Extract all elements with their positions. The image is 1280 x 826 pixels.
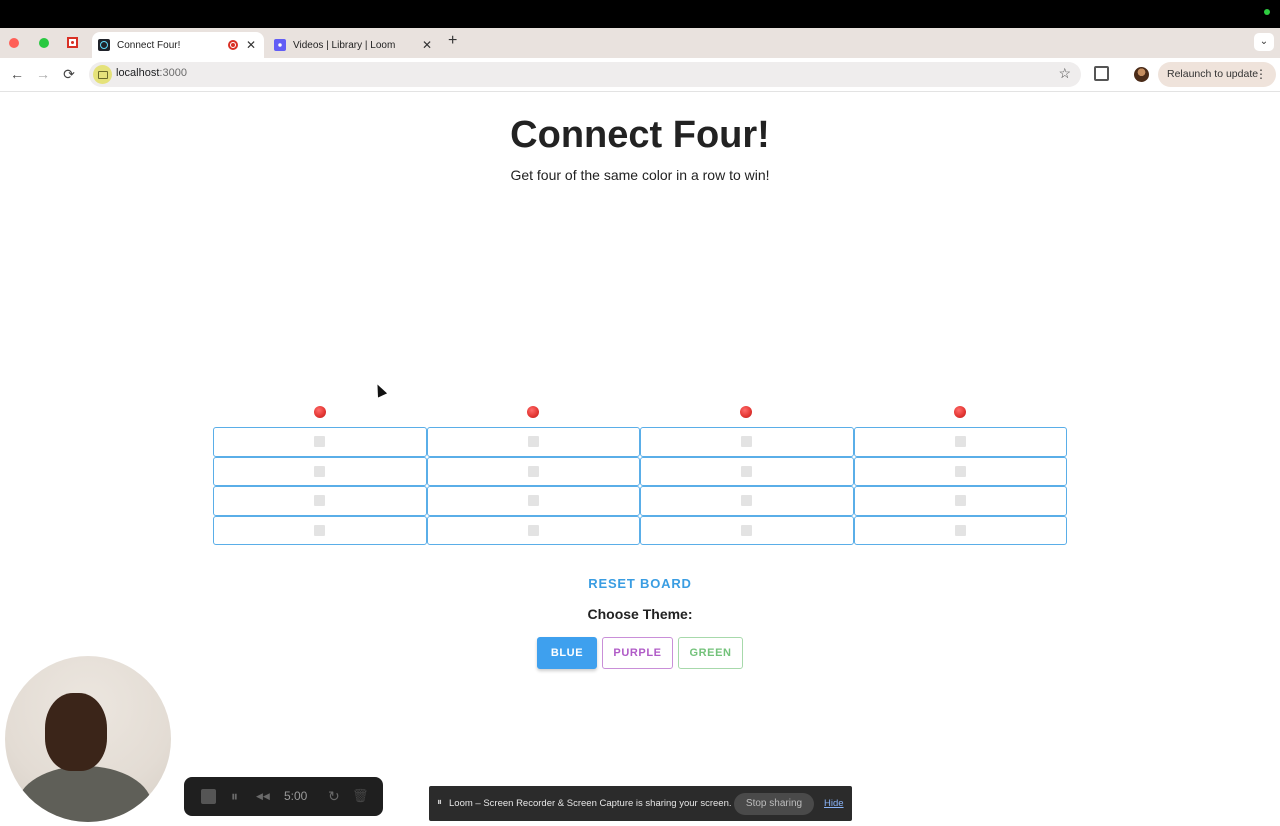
empty-slot-icon: [527, 436, 539, 448]
tab-recording-icon: [227, 40, 238, 50]
empty-slot-icon: [954, 524, 966, 536]
loom-favicon-icon: [274, 39, 286, 51]
board-cell[interactable]: [640, 486, 854, 516]
delete-recording-icon[interactable]: 🗑: [352, 788, 369, 804]
page-subtitle: Get four of the same color in a row to w…: [510, 167, 770, 183]
theme-green-button[interactable]: GREEN: [678, 637, 743, 669]
board-row: [213, 515, 1067, 545]
board-cell[interactable]: [853, 515, 1067, 545]
profile-avatar[interactable]: [1134, 67, 1149, 82]
stop-sharing-button[interactable]: Stop sharing: [734, 793, 814, 815]
tab-close-icon[interactable]: ✕: [246, 38, 256, 52]
theme-blue-button[interactable]: BLUE: [537, 637, 597, 669]
board-row: [213, 427, 1067, 457]
choose-theme-label: Choose Theme:: [587, 606, 693, 622]
board-cell[interactable]: [640, 427, 854, 457]
tab-close-icon[interactable]: ✕: [422, 38, 432, 52]
url-text: localhost:3000: [116, 67, 187, 79]
browser-menu-icon[interactable]: ⋮: [1255, 62, 1267, 87]
board-cell[interactable]: [213, 486, 427, 516]
tab-strip: Connect Four! ✕ Videos | Library | Loom …: [0, 28, 1280, 58]
empty-slot-icon: [314, 436, 326, 448]
board-cell[interactable]: [213, 427, 427, 457]
mouse-cursor-icon: [372, 382, 388, 398]
empty-slot-icon: [741, 436, 753, 448]
bookmark-star-icon[interactable]: ☆: [1058, 65, 1071, 82]
empty-slot-icon: [954, 465, 966, 477]
sharing-pause-icon: ⏸: [437, 797, 442, 808]
board-cell[interactable]: [640, 515, 854, 545]
empty-slot-icon: [527, 465, 539, 477]
tab-search-button[interactable]: ⌄: [1254, 33, 1274, 51]
webcam-person-head: [45, 693, 107, 771]
webcam-person-body: [17, 766, 152, 822]
window-close-icon[interactable]: [9, 38, 19, 48]
url-host: localhost: [116, 67, 160, 79]
drop-token-column-3[interactable]: [740, 406, 752, 418]
loom-control-bar: ⏸ ◀◀ 5:00 ↻ 🗑: [184, 777, 383, 816]
empty-slot-icon: [527, 495, 539, 507]
empty-slot-icon: [741, 495, 753, 507]
sharing-message: Loom – Screen Recorder & Screen Capture …: [449, 798, 732, 809]
react-favicon-icon: [98, 39, 110, 51]
theme-purple-button[interactable]: PURPLE: [602, 637, 673, 669]
webcam-bubble[interactable]: [5, 656, 171, 822]
navigation-bar: ← → ⟳ localhost:3000 ☆ Relaunch to updat…: [0, 58, 1280, 92]
relaunch-label: Relaunch to update: [1167, 68, 1259, 80]
screen: { "browser": { "tabs": [ {"title": "Conn…: [0, 0, 1280, 826]
url-port: :3000: [159, 67, 187, 79]
system-top-bar: [0, 0, 1280, 28]
reset-board-button[interactable]: RESET BOARD: [560, 572, 720, 596]
stop-recording-icon[interactable]: [201, 789, 216, 804]
recording-tab-icon: [67, 37, 78, 48]
page-title: Connect Four!: [510, 114, 770, 156]
recording-timer: 5:00: [284, 789, 308, 803]
board-cell[interactable]: [213, 515, 427, 545]
rewind-icon[interactable]: ◀◀: [256, 791, 270, 802]
drop-token-row: [213, 404, 1067, 420]
empty-slot-icon: [954, 436, 966, 448]
new-tab-button[interactable]: +: [448, 32, 457, 50]
empty-slot-icon: [314, 495, 326, 507]
tab-loom-library[interactable]: Videos | Library | Loom ✕: [268, 32, 440, 58]
address-bar[interactable]: localhost:3000 ☆: [89, 62, 1081, 87]
hide-banner-link[interactable]: Hide: [824, 798, 844, 809]
empty-slot-icon: [527, 524, 539, 536]
relaunch-to-update-button[interactable]: Relaunch to update ⋮: [1158, 62, 1276, 87]
empty-slot-icon: [741, 524, 753, 536]
tab-connect-four[interactable]: Connect Four! ✕: [92, 32, 264, 58]
game-board: [213, 427, 1067, 545]
site-info-icon[interactable]: [93, 65, 112, 84]
board-cell[interactable]: [853, 427, 1067, 457]
back-icon[interactable]: ←: [8, 66, 26, 82]
empty-slot-icon: [741, 465, 753, 477]
board-row: [213, 486, 1067, 516]
board-cell[interactable]: [426, 427, 640, 457]
pause-recording-icon[interactable]: ⏸: [231, 788, 238, 805]
board-row: [213, 456, 1067, 486]
drop-token-column-1[interactable]: [314, 406, 326, 418]
board-cell[interactable]: [213, 456, 427, 486]
reload-icon[interactable]: ⟳: [60, 66, 78, 83]
restart-recording-icon[interactable]: ↻: [328, 788, 340, 805]
tab-title: Videos | Library | Loom: [293, 39, 396, 51]
drop-token-column-2[interactable]: [527, 406, 539, 418]
forward-icon[interactable]: →: [34, 66, 52, 82]
window-maximize-icon[interactable]: [39, 38, 49, 48]
board-cell[interactable]: [853, 486, 1067, 516]
board-cell[interactable]: [426, 456, 640, 486]
board-cell[interactable]: [426, 486, 640, 516]
board-cell[interactable]: [426, 515, 640, 545]
extensions-icon[interactable]: [1094, 66, 1109, 81]
recording-indicator-icon: [1264, 9, 1270, 15]
empty-slot-icon: [314, 524, 326, 536]
board-cell[interactable]: [640, 456, 854, 486]
screen-sharing-banner: ⏸ Loom – Screen Recorder & Screen Captur…: [429, 786, 852, 821]
empty-slot-icon: [314, 465, 326, 477]
empty-slot-icon: [954, 495, 966, 507]
drop-token-column-4[interactable]: [954, 406, 966, 418]
board-cell[interactable]: [853, 456, 1067, 486]
tab-title: Connect Four!: [117, 39, 181, 51]
